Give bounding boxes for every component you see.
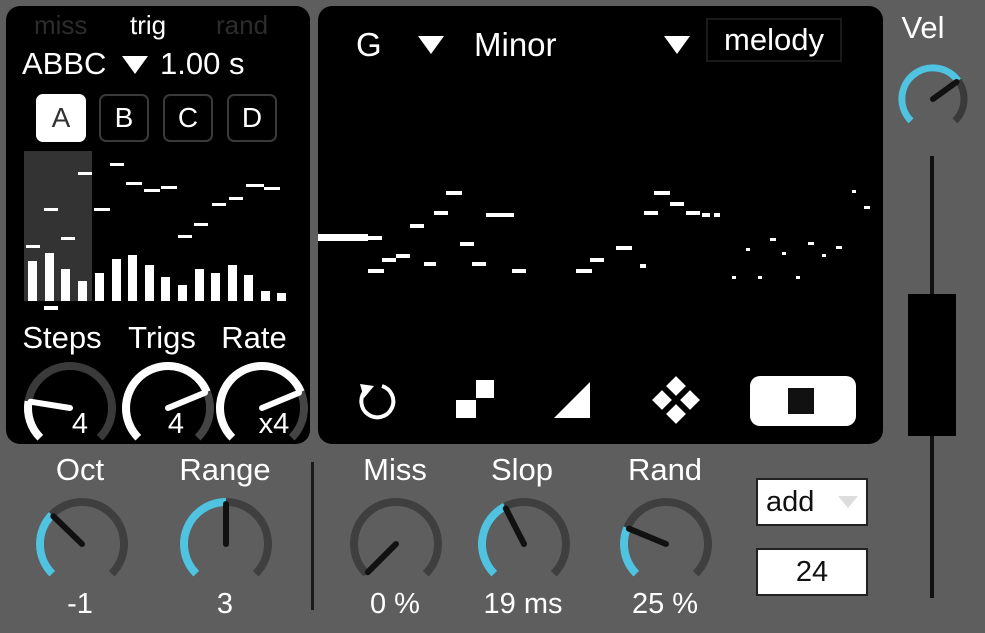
miss-label: Miss [363,452,427,487]
oct-value: -1 [67,588,93,620]
number-field[interactable]: 24 [756,548,868,596]
stop-button[interactable] [750,376,856,426]
step-sequencer[interactable] [24,151,300,316]
rand-label: Rand [627,452,703,487]
root-dropdown-icon[interactable] [418,36,444,56]
pattern-sequence[interactable]: ABBC [22,46,106,82]
pattern-button-b[interactable]: B [99,94,149,142]
note-display[interactable] [318,176,883,306]
chevron-down-icon [838,496,858,510]
pattern-button-d[interactable]: D [227,94,277,142]
rate-value: x4 [258,408,290,440]
range-knob[interactable] [176,494,276,594]
vel-label: Vel [901,10,945,45]
vel-slider-thumb[interactable] [908,294,956,436]
device: miss trig rand ABBC 1.00 s A B C D Steps… [0,0,985,633]
rate-label: Rate [221,320,287,355]
ramp-icon[interactable] [552,380,592,420]
slop-value: 19 ms [483,588,563,620]
tab-rand[interactable]: rand [216,10,268,41]
trigs-label: Trigs [128,320,196,355]
triangle-down-icon[interactable] [122,56,148,76]
miss-knob[interactable] [346,494,446,594]
mode-select[interactable]: add [756,478,868,526]
pattern-button-c[interactable]: C [163,94,213,142]
tab-trig[interactable]: trig [130,10,166,41]
range-label: Range [179,452,271,487]
miss-value: 0 % [370,588,420,620]
root-note-select[interactable]: G [356,26,382,64]
pattern-panel: miss trig rand ABBC 1.00 s A B C D Steps… [6,6,310,444]
rotate-icon[interactable] [352,376,400,424]
scale-select[interactable]: Minor [474,26,557,64]
slop-knob[interactable] [474,494,574,594]
checker-icon[interactable] [456,380,496,420]
section-divider [311,462,314,610]
rand-knob[interactable] [616,494,716,594]
scale-dropdown-icon[interactable] [664,36,690,56]
rand-value: 25 % [631,588,699,620]
diamond-grid-icon[interactable] [652,376,700,424]
range-value: 3 [216,588,234,620]
steps-value: 4 [71,408,89,440]
oct-knob[interactable] [32,494,132,594]
steps-label: Steps [22,320,102,355]
mode-select-value: add [766,485,815,518]
stop-icon [788,388,814,414]
tab-miss[interactable]: miss [34,10,87,41]
vel-knob[interactable] [894,60,972,138]
preset-select[interactable]: melody [706,18,842,62]
oct-label: Oct [55,452,105,487]
pattern-button-a[interactable]: A [36,94,86,142]
trigs-value: 4 [167,408,185,440]
length-value[interactable]: 1.00 s [160,46,244,82]
note-panel: G Minor melody [318,6,883,444]
slop-label: Slop [490,452,554,487]
